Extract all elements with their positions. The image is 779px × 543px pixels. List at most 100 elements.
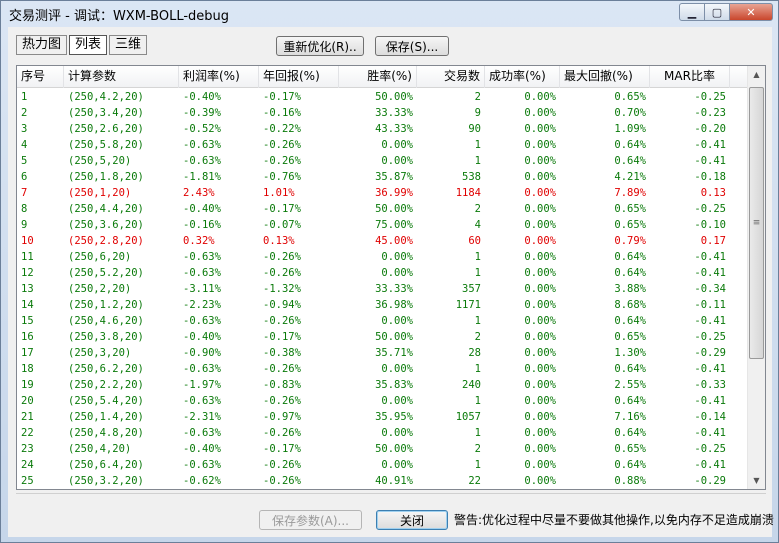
table-row[interactable]: 8 (250,4.4,20) -0.40% -0.17% 50.00% 2 0.00% 0.6… [17,201,747,217]
vertical-scrollbar[interactable]: ▲ ≡ ▼ [747,66,765,489]
table-cell: 0.64% [614,267,646,279]
table-row[interactable]: 14 (250,1.2,20) -2.23% -0.94% 36.98% 1171 0.00… [17,297,747,313]
table-cell: 0.00% [381,155,413,167]
table-cell: 25 [21,475,34,487]
table-cell: 33.33% [375,107,413,119]
scroll-thumb[interactable]: ≡ [749,87,764,359]
column-header[interactable]: 年回报(%) [259,66,339,88]
table-row[interactable]: 2 (250,3.4,20) -0.39% -0.16% 33.33% 9 0.00% 0.7… [17,105,747,121]
table-row[interactable]: 24 (250,6.4,20) -0.63% -0.26% 0.00% 1 0.00% 0.6… [17,457,747,473]
table-cell: (250,3.4,20) [68,107,144,119]
table-row[interactable]: 16 (250,3.8,20) -0.40% -0.17% 50.00% 2 0.00% 0.… [17,329,747,345]
table-row[interactable]: 5 (250,5,20) -0.63% -0.26% 0.00% 1 0.00% 0.64% -… [17,153,747,169]
table-row[interactable]: 7 (250,1,20) 2.43% 1.01% 36.99% 1184 0.00% 7.89… [17,185,747,201]
table-cell: 0.00% [524,299,556,311]
table-cell: 0.65% [614,331,646,343]
table-cell: 0.00% [381,363,413,375]
table-cell: -0.41 [694,139,726,151]
close-window-button[interactable]: ✕ [729,3,773,21]
reoptimize-button[interactable]: 重新优化(R).. [276,36,364,56]
close-button[interactable]: 关闭 [376,510,448,530]
table-row[interactable]: 17 (250,3,20) -0.90% -0.38% 35.71% 28 0.00% 1.3… [17,345,747,361]
table-cell: (250,4.4,20) [68,203,144,215]
table-cell: 75.00% [375,219,413,231]
table-cell: (250,1.2,20) [68,299,144,311]
column-header[interactable]: MAR比率 [650,66,730,88]
table-cell: (250,4.8,20) [68,427,144,439]
table-cell: 50.00% [375,331,413,343]
table-cell: -0.26% [263,267,301,279]
table-cell: (250,5.2,20) [68,267,144,279]
table-row[interactable]: 10 (250,2.8,20) 0.32% 0.13% 45.00% 60 0.00% 0.7… [17,233,747,249]
column-header[interactable]: 序号 [17,66,64,88]
table-row[interactable]: 3 (250,2.6,20) -0.52% -0.22% 43.33% 90 0.00% 1.… [17,121,747,137]
tab-heatmap[interactable]: 热力图 [16,35,68,55]
table-cell: 3.88% [614,283,646,295]
tab-list[interactable]: 列表 [69,35,108,55]
table-cell: -0.29 [694,475,726,487]
table-cell: -0.26% [263,139,301,151]
table-cell: -0.40% [183,203,221,215]
table-cell: 1 [474,427,481,439]
scroll-down-icon[interactable]: ▼ [748,472,765,489]
table-row[interactable]: 12 (250,5.2,20) -0.63% -0.26% 0.00% 1 0.00% 0.6… [17,265,747,281]
table-cell: 23 [21,443,34,455]
table-cell: -0.63% [183,427,221,439]
table-cell: (250,6.2,20) [68,363,144,375]
table-cell: -0.17% [263,91,301,103]
column-header[interactable]: 胜率(%) [339,66,417,88]
table-cell: 11 [21,251,34,263]
table-header: 序号 计算参数 利润率(%) 年回报(%) 胜率(%) 交易数 成功率(%) 最… [17,66,747,88]
maximize-button[interactable]: ▢ [704,3,730,21]
table-row[interactable]: 21 (250,1.4,20) -2.31% -0.97% 35.95% 1057 0.00… [17,409,747,425]
table-cell: 0.00% [524,379,556,391]
table-cell: -2.31% [183,411,221,423]
column-header[interactable]: 最大回撤(%) [560,66,650,88]
table-cell: 14 [21,299,34,311]
column-header[interactable]: 交易数 [417,66,485,88]
table-cell: -0.16% [263,107,301,119]
table-row[interactable]: 13 (250,2,20) -3.11% -1.32% 33.33% 357 0.00% 3.… [17,281,747,297]
column-header[interactable]: 计算参数 [64,66,179,88]
table-cell: -0.07% [263,219,301,231]
table-cell: 19 [21,379,34,391]
table-row[interactable]: 6 (250,1.8,20) -1.81% -0.76% 35.87% 538 0.00% 4… [17,169,747,185]
table-cell: (250,5.8,20) [68,139,144,151]
table-cell: (250,5.4,20) [68,395,144,407]
table-cell: 2 [474,443,481,455]
table-row[interactable]: 9 (250,3.6,20) -0.16% -0.07% 75.00% 4 0.00% 0.6… [17,217,747,233]
table-cell: 1 [474,315,481,327]
table-cell: (250,4.6,20) [68,315,144,327]
tab-3d[interactable]: 三维 [109,35,148,55]
column-header[interactable]: 利润率(%) [179,66,259,88]
table-row[interactable]: 22 (250,4.8,20) -0.63% -0.26% 0.00% 1 0.00% 0.6… [17,425,747,441]
table-cell: 2 [474,331,481,343]
title-bar[interactable]: 交易测评 - 调试：WXM-BOLL-debug ▁ ▢ ✕ [1,1,778,25]
results-table[interactable]: 序号 计算参数 利润率(%) 年回报(%) 胜率(%) 交易数 成功率(%) 最… [16,65,766,490]
table-row[interactable]: 25 (250,3.2,20) -0.62% -0.26% 40.91% 22 0.00% 0… [17,473,747,489]
table-cell: 60 [468,235,481,247]
table-row[interactable]: 18 (250,6.2,20) -0.63% -0.26% 0.00% 1 0.00% 0.6… [17,361,747,377]
table-cell: 240 [462,379,481,391]
table-cell: 0.64% [614,395,646,407]
table-cell: -0.52% [183,123,221,135]
table-row[interactable]: 4 (250,5.8,20) -0.63% -0.26% 0.00% 1 0.00% 0.64… [17,137,747,153]
scroll-up-icon[interactable]: ▲ [748,66,765,83]
table-row[interactable]: 11 (250,6,20) -0.63% -0.26% 0.00% 1 0.00% 0.64%… [17,249,747,265]
minimize-button[interactable]: ▁ [679,3,705,21]
table-row[interactable]: 23 (250,4,20) -0.40% -0.17% 50.00% 2 0.00% 0.65… [17,441,747,457]
table-cell: 7 [21,187,28,199]
save-button[interactable]: 保存(S)... [375,36,449,56]
table-cell: 1 [474,251,481,263]
table-cell: -0.17% [263,331,301,343]
save-params-button[interactable]: 保存参数(A)... [259,510,362,530]
table-row[interactable]: 15 (250,4.6,20) -0.63% -0.26% 0.00% 1 0.00% 0.6… [17,313,747,329]
table-cell: 0.00% [524,203,556,215]
table-row[interactable]: 1 (250,4.2,20) -0.40% -0.17% 50.00% 2 0.00% 0.6… [17,89,747,105]
table-row[interactable]: 19 (250,2.2,20) -1.97% -0.83% 35.83% 240 0.00%… [17,377,747,393]
table-cell: 0.00% [524,139,556,151]
table-row[interactable]: 20 (250,5.4,20) -0.63% -0.26% 0.00% 1 0.00% 0.6… [17,393,747,409]
table-cell: -0.34 [694,283,726,295]
column-header[interactable]: 成功率(%) [485,66,560,88]
table-cell: 1057 [455,411,481,423]
